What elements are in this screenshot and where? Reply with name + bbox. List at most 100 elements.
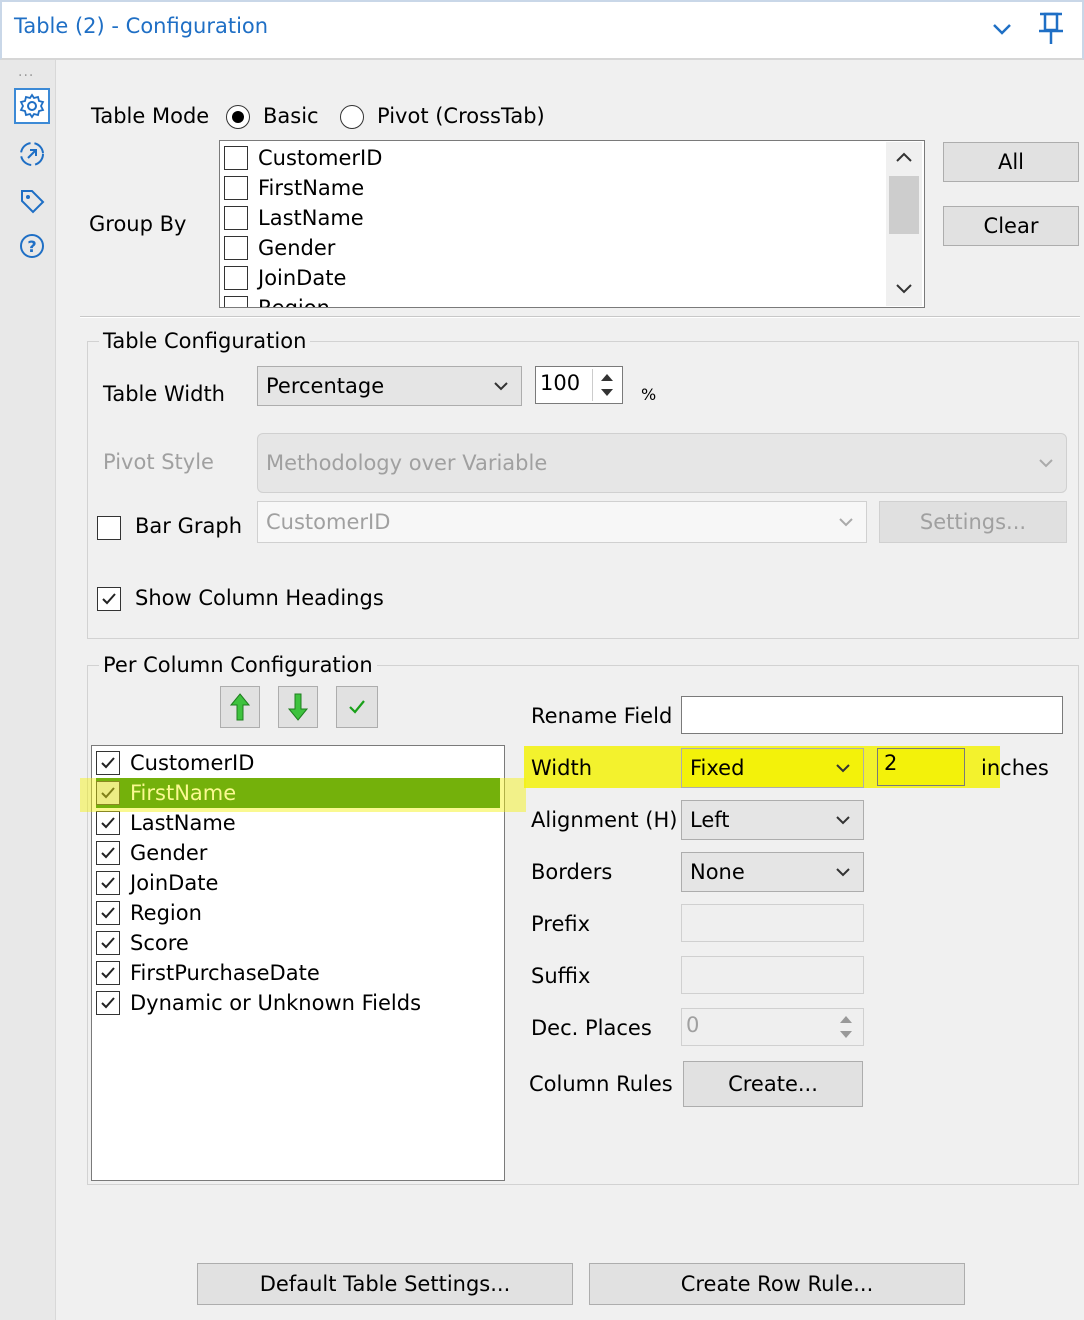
group-by-list[interactable]: CustomerID FirstName LastName Gender Joi…: [219, 140, 925, 308]
list-item[interactable]: FirstName: [224, 173, 364, 203]
pivot-style-select[interactable]: Methodology over Variable: [257, 433, 1067, 493]
list-item[interactable]: Region: [96, 898, 202, 928]
scroll-up-icon[interactable]: [894, 150, 914, 164]
percent-unit: %: [641, 385, 657, 404]
move-up-button[interactable]: [220, 686, 260, 728]
prefix-input[interactable]: [681, 904, 864, 942]
list-item[interactable]: Dynamic or Unknown Fields: [96, 988, 421, 1018]
bar-graph-field-value: CustomerID: [266, 510, 391, 534]
checkmark-icon: [101, 817, 115, 829]
list-item[interactable]: CustomerID: [96, 748, 254, 778]
pivot-style-value: Methodology over Variable: [266, 451, 548, 475]
bar-graph-checkbox[interactable]: [97, 516, 121, 540]
checkbox[interactable]: [96, 991, 120, 1015]
create-row-rule-button[interactable]: Create Row Rule...: [589, 1263, 965, 1305]
all-button[interactable]: All: [943, 142, 1079, 182]
gear-icon: [19, 93, 45, 119]
borders-value: None: [690, 860, 745, 884]
table-width-select[interactable]: Percentage: [257, 366, 522, 406]
list-item[interactable]: LastName: [224, 203, 364, 233]
basic-radio-label[interactable]: Basic: [263, 104, 319, 128]
list-item-label: Dynamic or Unknown Fields: [130, 991, 422, 1015]
column-rules-label: Column Rules: [529, 1072, 673, 1096]
checkbox[interactable]: [224, 146, 248, 170]
scroll-down-icon[interactable]: [894, 282, 914, 296]
checkmark-icon: [101, 997, 115, 1009]
chevron-down-icon: [836, 816, 850, 825]
borders-label: Borders: [531, 860, 613, 884]
dec-places-value: 0: [686, 1013, 700, 1037]
default-table-settings-button[interactable]: Default Table Settings...: [197, 1263, 573, 1305]
rename-field-input[interactable]: [681, 696, 1063, 734]
bar-graph-label[interactable]: Bar Graph: [135, 514, 242, 538]
list-item-label: FirstPurchaseDate: [130, 961, 320, 985]
pin-button[interactable]: [1034, 8, 1068, 48]
scrollbar-thumb[interactable]: [889, 176, 919, 234]
table-width-value: Percentage: [266, 374, 385, 398]
dec-places-stepper[interactable]: 0: [681, 1008, 864, 1046]
checkmark-icon: [101, 907, 115, 919]
checkbox[interactable]: [96, 931, 120, 955]
spin-arrows-icon[interactable]: [832, 1011, 860, 1043]
list-item[interactable]: Gender: [96, 838, 207, 868]
list-item[interactable]: Gender: [224, 233, 335, 263]
checkbox[interactable]: [224, 266, 248, 290]
checkbox[interactable]: [96, 961, 120, 985]
list-item-label: Region: [258, 296, 330, 308]
chevron-down-icon: [1039, 459, 1053, 468]
width-value: 2: [884, 751, 898, 775]
list-item-label: CustomerID: [130, 751, 255, 775]
basic-radio[interactable]: [226, 105, 250, 129]
checkbox[interactable]: [224, 206, 248, 230]
width-mode-value: Fixed: [690, 756, 745, 780]
list-item[interactable]: FirstPurchaseDate: [96, 958, 320, 988]
checkbox[interactable]: [224, 176, 248, 200]
list-item[interactable]: CustomerID: [224, 143, 382, 173]
table-width-stepper[interactable]: 100: [535, 366, 623, 404]
help-icon: ?: [20, 234, 44, 258]
checkbox[interactable]: [224, 296, 248, 307]
collapse-button[interactable]: [986, 12, 1018, 46]
list-item[interactable]: JoinDate: [96, 868, 218, 898]
list-item[interactable]: LastName: [96, 808, 236, 838]
rail-settings-button[interactable]: [14, 88, 50, 124]
pivot-radio[interactable]: [340, 105, 364, 129]
list-item-label: Gender: [258, 236, 336, 260]
create-column-rule-button[interactable]: Create...: [683, 1061, 863, 1107]
list-item[interactable]: JoinDate: [224, 263, 346, 293]
checkbox[interactable]: [96, 751, 120, 775]
rail-help-button[interactable]: ?: [14, 228, 50, 264]
dec-places-label: Dec. Places: [531, 1016, 652, 1040]
checkbox[interactable]: [224, 236, 248, 260]
chevron-down-icon: [993, 24, 1011, 35]
checkbox[interactable]: [96, 811, 120, 835]
width-label: Width: [531, 756, 593, 780]
prefix-label: Prefix: [531, 912, 591, 936]
settings-button[interactable]: Settings...: [879, 501, 1067, 543]
list-item[interactable]: Score: [96, 928, 189, 958]
move-down-button[interactable]: [278, 686, 318, 728]
checkbox[interactable]: [96, 871, 120, 895]
list-item[interactable]: Region: [224, 293, 330, 308]
toggle-all-button[interactable]: [336, 686, 378, 728]
show-column-headings-label[interactable]: Show Column Headings: [135, 586, 384, 610]
rail-tag-button[interactable]: [14, 183, 50, 219]
spin-buttons[interactable]: [592, 369, 620, 401]
connection-icon: [20, 142, 44, 166]
borders-select[interactable]: None: [681, 852, 864, 892]
checkbox[interactable]: [96, 841, 120, 865]
bar-graph-field-select[interactable]: CustomerID: [257, 501, 867, 543]
checkmark-icon: [102, 593, 116, 605]
clear-button[interactable]: Clear: [943, 206, 1079, 246]
show-column-headings-checkbox[interactable]: [97, 587, 121, 611]
suffix-input[interactable]: [681, 956, 864, 994]
pivot-radio-label[interactable]: Pivot (CrossTab): [377, 104, 545, 128]
window-title: Table (2) - Configuration: [14, 14, 269, 38]
rail-connection-button[interactable]: [14, 136, 50, 172]
list-item-label: JoinDate: [130, 871, 219, 895]
width-mode-select[interactable]: Fixed: [681, 748, 864, 788]
checkbox[interactable]: [96, 901, 120, 925]
group-by-label: Group By: [89, 212, 187, 236]
alignment-select[interactable]: Left: [681, 800, 864, 840]
width-value-input[interactable]: 2: [877, 748, 965, 786]
